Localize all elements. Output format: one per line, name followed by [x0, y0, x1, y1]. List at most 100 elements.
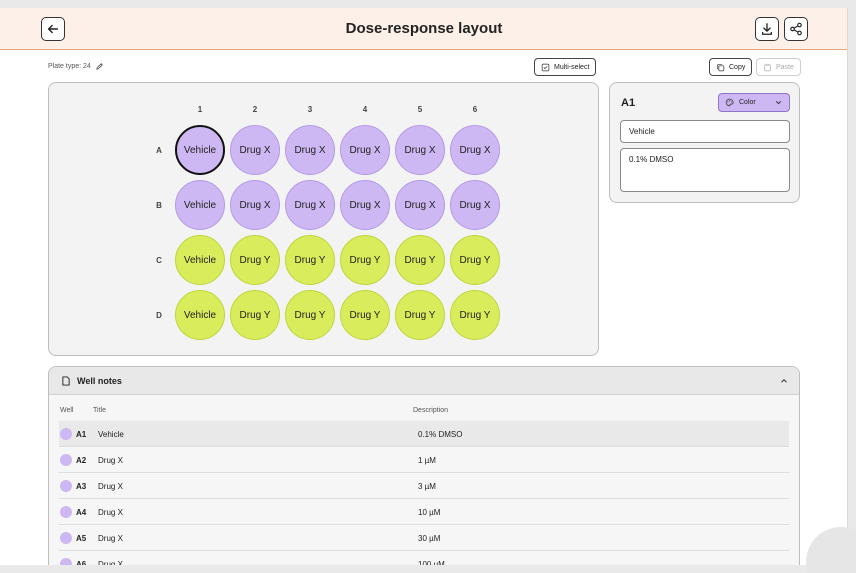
- checkbox-icon: [541, 63, 550, 71]
- document-icon: [62, 375, 70, 386]
- well-d3[interactable]: Drug Y: [285, 290, 335, 340]
- well-a2[interactable]: Drug X: [230, 125, 280, 175]
- well-d5[interactable]: Drug Y: [395, 290, 445, 340]
- multi-select-button[interactable]: Multi-select: [534, 58, 597, 76]
- well-c2[interactable]: Drug Y: [230, 235, 280, 285]
- paste-label: Paste: [776, 63, 794, 71]
- cell-title: Drug X: [98, 508, 123, 517]
- plate-type-control[interactable]: Plate type: 24: [48, 62, 104, 71]
- table-row[interactable]: A2 Drug X 1 µM: [59, 447, 789, 473]
- cell-description: 3 µM: [418, 482, 436, 491]
- color-swatch: [60, 532, 72, 544]
- table-row[interactable]: A3 Drug X 3 µM: [59, 473, 789, 499]
- well-c5[interactable]: Drug Y: [395, 235, 445, 285]
- column-header-description: Description: [413, 407, 449, 414]
- cell-well: A4: [76, 508, 87, 517]
- cell-description: 30 µM: [418, 534, 441, 543]
- share-icon: [790, 22, 802, 36]
- row-header-c[interactable]: C: [149, 256, 169, 265]
- color-swatch: [60, 454, 72, 466]
- well-b1[interactable]: Vehicle: [175, 180, 225, 230]
- cell-well: A2: [76, 456, 87, 465]
- well-notes-section: Well notes Well Title Description A1 Vehi…: [48, 366, 800, 565]
- app-window: Dose-response layout Plate type: 24 Mult…: [0, 8, 848, 565]
- well-d4[interactable]: Drug Y: [340, 290, 390, 340]
- cell-well: A1: [76, 430, 87, 439]
- well-a3[interactable]: Drug X: [285, 125, 335, 175]
- column-header-well: Well: [60, 407, 74, 414]
- table-row[interactable]: A4 Drug X 10 µM: [59, 499, 789, 525]
- chevron-up-icon[interactable]: [779, 376, 789, 386]
- color-label: Color: [739, 99, 756, 106]
- well-a5[interactable]: Drug X: [395, 125, 445, 175]
- table-row[interactable]: A6 Drug X 100 µM: [59, 551, 789, 565]
- color-swatch: [60, 506, 72, 518]
- chevron-down-icon: [775, 101, 782, 105]
- column-header-6[interactable]: 6: [450, 105, 500, 114]
- cell-title: Drug X: [98, 456, 123, 465]
- well-b2[interactable]: Drug X: [230, 180, 280, 230]
- table-row[interactable]: A1 Vehicle 0.1% DMSO: [59, 421, 789, 447]
- well-c6[interactable]: Drug Y: [450, 235, 500, 285]
- color-swatch: [60, 428, 72, 440]
- column-header-2[interactable]: 2: [230, 105, 280, 114]
- color-dropdown[interactable]: Color: [718, 93, 790, 112]
- well-b6[interactable]: Drug X: [450, 180, 500, 230]
- multi-select-label: Multi-select: [554, 63, 590, 71]
- well-c4[interactable]: Drug Y: [340, 235, 390, 285]
- cell-well: A3: [76, 482, 87, 491]
- well-b3[interactable]: Drug X: [285, 180, 335, 230]
- color-swatch: [60, 558, 72, 565]
- download-button[interactable]: [755, 17, 779, 41]
- column-header-4[interactable]: 4: [340, 105, 390, 114]
- well-d1[interactable]: Vehicle: [175, 290, 225, 340]
- cell-description: 0.1% DMSO: [418, 430, 463, 439]
- cell-description: 1 µM: [418, 456, 436, 465]
- well-d2[interactable]: Drug Y: [230, 290, 280, 340]
- palette-icon: [725, 98, 734, 107]
- well-d6[interactable]: Drug Y: [450, 290, 500, 340]
- well-c1[interactable]: Vehicle: [175, 235, 225, 285]
- cell-description: 10 µM: [418, 508, 441, 517]
- row-header-b[interactable]: B: [149, 201, 169, 210]
- page-title: Dose-response layout: [345, 20, 503, 37]
- header-bar: Dose-response layout: [0, 8, 847, 50]
- cell-well: A5: [76, 534, 87, 543]
- paste-button[interactable]: Paste: [756, 58, 801, 76]
- column-header-3[interactable]: 3: [285, 105, 335, 114]
- clipboard-icon: [764, 63, 771, 71]
- cell-title: Drug X: [98, 482, 123, 491]
- share-button[interactable]: [784, 17, 808, 41]
- well-notes-title: Well notes: [77, 375, 122, 386]
- well-description-textarea[interactable]: 0.1% DMSO: [620, 148, 790, 192]
- cell-title: Drug X: [98, 560, 123, 565]
- copy-label: Copy: [729, 63, 746, 71]
- cell-description: 100 µM: [418, 560, 445, 565]
- column-header-title: Title: [93, 407, 106, 414]
- color-swatch: [60, 480, 72, 492]
- well-a6[interactable]: Drug X: [450, 125, 500, 175]
- column-header-1[interactable]: 1: [175, 105, 225, 114]
- well-editor-panel: A1 Color Vehicle 0.1% DMSO: [609, 82, 800, 203]
- column-header-5[interactable]: 5: [395, 105, 445, 114]
- row-header-d[interactable]: D: [149, 311, 169, 320]
- plate-grid-panel: 1 2 3 4 5 6 A Vehicle Drug X Drug X Drug X Drug X Dr…: [48, 82, 599, 356]
- well-b5[interactable]: Drug X: [395, 180, 445, 230]
- cell-title: Vehicle: [98, 430, 124, 439]
- table-row[interactable]: A5 Drug X 30 µM: [59, 525, 789, 551]
- copy-button[interactable]: Copy: [709, 58, 753, 76]
- download-icon: [761, 23, 773, 35]
- selected-well-id: A1: [621, 97, 636, 109]
- well-a1[interactable]: Vehicle: [175, 125, 225, 175]
- well-a4[interactable]: Drug X: [340, 125, 390, 175]
- well-b4[interactable]: Drug X: [340, 180, 390, 230]
- row-header-a[interactable]: A: [149, 146, 169, 155]
- pencil-icon[interactable]: [95, 62, 104, 71]
- well-c3[interactable]: Drug Y: [285, 235, 335, 285]
- plate-type-label: Plate type: 24: [48, 63, 91, 70]
- well-title-input[interactable]: Vehicle: [620, 120, 790, 143]
- copy-icon: [717, 63, 725, 71]
- cell-title: Drug X: [98, 534, 123, 543]
- well-notes-header[interactable]: Well notes: [49, 367, 799, 395]
- cell-well: A6: [76, 560, 87, 565]
